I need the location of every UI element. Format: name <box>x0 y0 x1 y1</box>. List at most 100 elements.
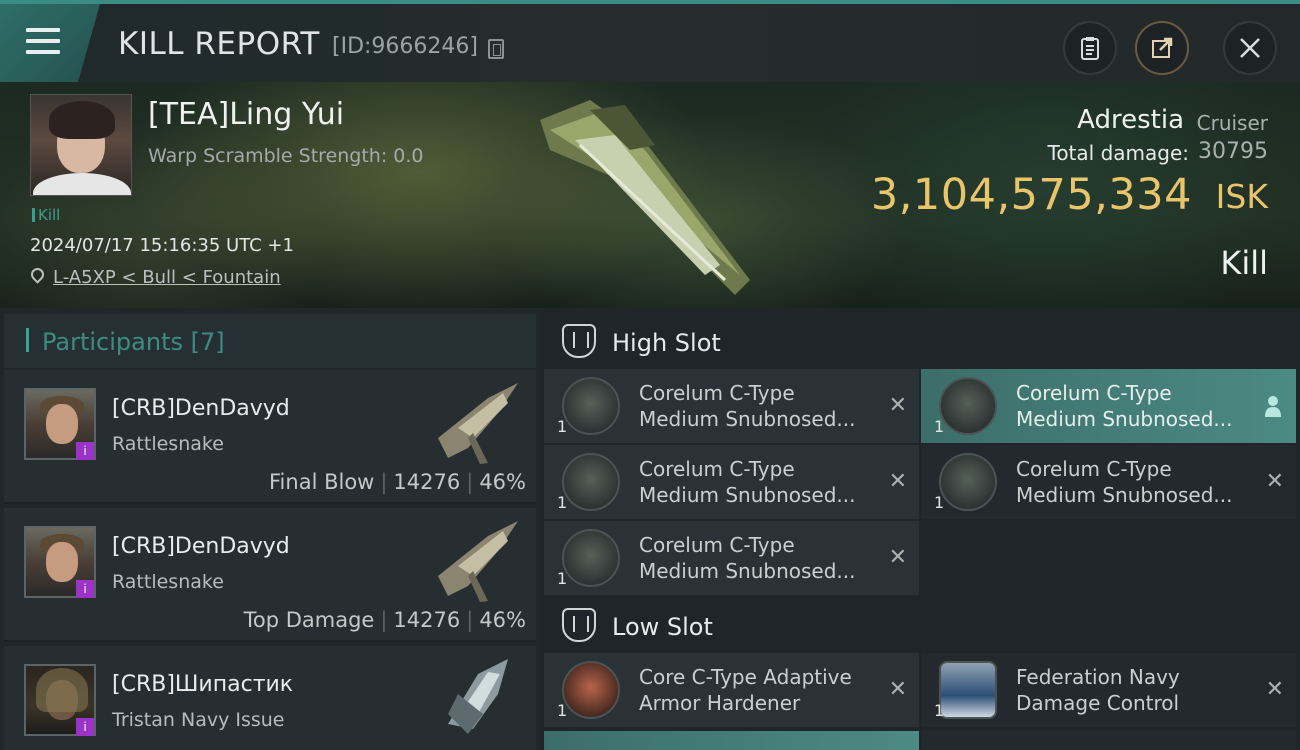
kill-tag: Kill <box>32 206 60 224</box>
kill-type: Kill <box>1220 244 1268 282</box>
module-quantity: 1 <box>557 417 568 436</box>
rattlesnake-ship-icon <box>438 383 518 464</box>
isk-unit: ISK <box>1215 177 1268 216</box>
damage-control-icon <box>939 661 997 719</box>
clipboard-icon <box>1081 37 1099 60</box>
destroyed-icon: ✕ <box>1265 469 1284 494</box>
location-link[interactable]: L-A5XP < Bull < Fountain <box>53 267 281 288</box>
fitting-panel: High Slot 1 Corelum C-Type Medium Snubnos… <box>540 308 1300 750</box>
high-slot-header: High Slot <box>544 312 1300 370</box>
module-name-line1: Core C-Type Adaptive <box>639 665 852 689</box>
report-id: [ID:9666246] <box>332 34 478 59</box>
participant-name: [CRB]DenDavyd <box>112 534 290 559</box>
victim-ship-image[interactable] <box>520 90 780 300</box>
isk-value: 3,104,575,334 <box>870 170 1192 220</box>
module-name: Federation Navy Damage Control <box>1016 664 1180 716</box>
participant-row[interactable]: i [CRB]Шипастик Tristan Navy Issue <box>4 646 536 750</box>
participant-ship: Rattlesnake <box>112 571 224 593</box>
participant-name: [CRB]DenDavyd <box>112 396 290 421</box>
menu-button[interactable] <box>0 4 100 82</box>
participant-role: Top Damage <box>243 608 375 632</box>
snubnosed-weapon-icon <box>939 453 997 511</box>
module-name: Corelum C-Type Medium Snubnosed... <box>1016 380 1232 432</box>
module-name: Corelum C-Type Medium Snubnosed... <box>1016 456 1232 508</box>
participant-role: Final Blow <box>269 470 375 494</box>
module-item[interactable]: 1 Corelum C-Type Medium Snubnosed... ✕ <box>544 445 919 519</box>
info-badge-icon: i <box>76 718 94 736</box>
module-item[interactable]: 1 Corelum C-Type Medium Snubnosed... ✕ <box>544 521 919 595</box>
participant-damage: 14276 <box>393 608 461 632</box>
location-pin-icon <box>28 265 47 284</box>
participants-title: Participants [7] <box>42 328 225 356</box>
module-name-line1: Federation Navy <box>1016 665 1180 689</box>
close-button[interactable] <box>1223 21 1277 75</box>
participant-row[interactable]: i [CRB]DenDavyd Rattlesnake Top Damage | 1… <box>4 508 536 642</box>
module-name-line2: Armor Hardener <box>639 691 801 715</box>
module-item[interactable] <box>921 731 1296 750</box>
module-item[interactable]: 1 Core C-Type Adaptive Armor Hardener ✕ <box>544 653 919 727</box>
module-name-line2: Medium Snubnosed... <box>1016 407 1233 431</box>
share-button[interactable] <box>1135 21 1189 75</box>
module-quantity: 1 <box>934 701 945 720</box>
module-name-line2: Medium Snubnosed... <box>639 407 856 431</box>
snubnosed-weapon-icon <box>939 377 997 435</box>
module-quantity: 1 <box>934 493 945 512</box>
victim-portrait[interactable] <box>30 94 132 196</box>
clipboard-button[interactable] <box>1063 21 1117 75</box>
low-slot-header: Low Slot <box>544 596 1300 654</box>
high-slot-label: High Slot <box>612 329 721 357</box>
participant-stats: Top Damage | 14276 | 46% <box>243 608 526 632</box>
info-badge-icon: i <box>76 580 94 598</box>
participant-row[interactable]: i [CRB]DenDavyd Rattlesnake Final Blow | 1… <box>4 370 536 504</box>
high-slot-icon <box>562 324 596 358</box>
module-item[interactable]: 1 Corelum C-Type Medium Snubnosed... <box>921 369 1296 443</box>
participant-name: [CRB]Шипастик <box>112 672 294 697</box>
module-quantity: 1 <box>557 701 568 720</box>
participant-ship: Tristan Navy Issue <box>112 709 285 731</box>
module-name: Corelum C-Type Medium Snubnosed... <box>639 380 855 432</box>
module-item[interactable]: 1 Corelum C-Type Medium Snubnosed... ✕ <box>921 445 1296 519</box>
total-damage-value: 30795 <box>1198 139 1268 164</box>
warp-scramble-strength: Warp Scramble Strength: 0.0 <box>148 145 424 167</box>
participant-damage: 14276 <box>393 470 461 494</box>
destroyed-icon: ✕ <box>1265 677 1284 702</box>
module-quantity: 1 <box>934 417 945 436</box>
person-icon <box>1265 396 1281 417</box>
snubnosed-weapon-icon <box>562 453 620 511</box>
participant-percent: 46% <box>479 470 526 494</box>
participants-panel: Participants [7] i [CRB]DenDavyd Rattles… <box>0 308 540 750</box>
participant-percent: 46% <box>479 608 526 632</box>
module-name-line2: Medium Snubnosed... <box>639 483 856 507</box>
module-name-line1: Corelum C-Type <box>639 381 795 405</box>
participant-stats: Final Blow | 14276 | 46% <box>269 470 526 494</box>
victim-ship-name: Adrestia <box>1077 105 1184 135</box>
armor-hardener-icon <box>562 661 620 719</box>
module-name-line2: Medium Snubnosed... <box>1016 483 1233 507</box>
module-name-line1: Corelum C-Type <box>1016 457 1172 481</box>
snubnosed-weapon-icon <box>562 529 620 587</box>
copy-icon[interactable] <box>488 39 504 59</box>
info-badge-icon: i <box>76 442 94 460</box>
victim-ship-class: Cruiser <box>1196 111 1268 135</box>
page-title: KILL REPORT <box>118 26 320 62</box>
module-item[interactable]: 1 Corelum C-Type Medium Snubnosed... ✕ <box>544 369 919 443</box>
victim-name[interactable]: [TEA]Ling Yui <box>148 97 344 132</box>
module-name: Core C-Type Adaptive Armor Hardener <box>639 664 852 716</box>
module-item[interactable] <box>544 731 919 750</box>
module-quantity: 1 <box>557 569 568 588</box>
participant-ship: Rattlesnake <box>112 433 224 455</box>
module-name-line1: Corelum C-Type <box>639 457 795 481</box>
destroyed-icon: ✕ <box>888 393 907 418</box>
module-name: Corelum C-Type Medium Snubnosed... <box>639 456 855 508</box>
module-name-line1: Corelum C-Type <box>1016 381 1172 405</box>
victim-summary: [TEA]Ling Yui Warp Scramble Strength: 0.… <box>0 82 1300 308</box>
module-item[interactable]: 1 Federation Navy Damage Control ✕ <box>921 653 1296 727</box>
share-icon <box>1152 37 1173 58</box>
close-icon <box>1240 38 1260 58</box>
title-bar: KILL REPORT [ID:9666246] <box>0 0 1300 82</box>
low-slot-icon <box>562 608 596 642</box>
module-name-line2: Damage Control <box>1016 691 1180 715</box>
total-damage-label: Total damage: <box>1047 141 1190 165</box>
low-slot-label: Low Slot <box>612 613 713 641</box>
destroyed-icon: ✕ <box>888 469 907 494</box>
